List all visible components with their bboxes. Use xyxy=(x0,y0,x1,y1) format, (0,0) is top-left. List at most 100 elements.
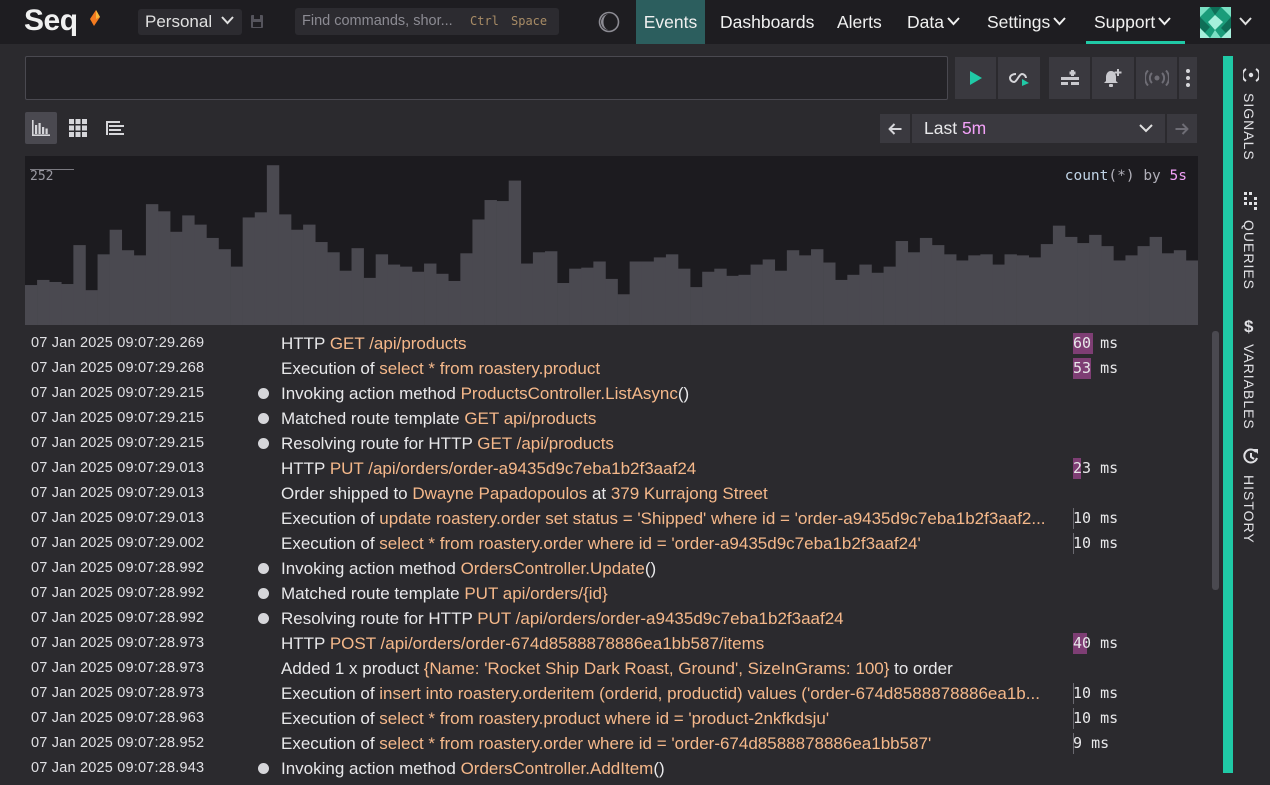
histogram-bar[interactable] xyxy=(472,219,485,326)
histogram-bar[interactable] xyxy=(109,229,123,325)
histogram-bar[interactable] xyxy=(968,255,981,325)
histogram-bar[interactable] xyxy=(714,268,727,325)
nav-data[interactable]: Data xyxy=(907,0,960,44)
histogram-bar[interactable] xyxy=(278,214,292,325)
histogram-bar[interactable] xyxy=(774,270,788,325)
add-signal-button[interactable] xyxy=(1048,56,1091,100)
seq-logo[interactable]: Seq xyxy=(24,4,78,38)
histogram-bar[interactable] xyxy=(206,237,219,325)
tree-view-button[interactable] xyxy=(99,112,131,144)
histogram-bar[interactable] xyxy=(811,249,824,325)
histogram-bar[interactable] xyxy=(291,229,304,325)
event-row[interactable]: 07 Jan 2025 09:07:29.269 HTTP GET /api/pr… xyxy=(25,331,1213,356)
histogram-bar[interactable] xyxy=(496,201,510,325)
chevron-down-icon[interactable] xyxy=(1239,17,1252,26)
histogram-bar[interactable] xyxy=(387,264,401,325)
histogram-bar[interactable] xyxy=(448,280,461,325)
event-row[interactable]: 07 Jan 2025 09:07:28.992 Invoking action … xyxy=(25,556,1213,581)
histogram-bar[interactable] xyxy=(557,283,570,325)
histogram-bar[interactable] xyxy=(1113,260,1126,325)
event-row[interactable]: 07 Jan 2025 09:07:28.952 Execution of sel… xyxy=(25,731,1213,756)
event-row[interactable]: 07 Jan 2025 09:07:28.973 Execution of ins… xyxy=(25,681,1213,706)
histogram-bar[interactable] xyxy=(641,261,655,326)
histogram-bar[interactable] xyxy=(1016,255,1029,325)
histogram-bar[interactable] xyxy=(460,253,473,325)
time-range-selector[interactable]: Last 5m xyxy=(911,113,1166,144)
histogram-bar[interactable] xyxy=(194,224,207,325)
user-avatar[interactable] xyxy=(1200,7,1231,38)
sidebar-tab-queries[interactable]: QUERIES xyxy=(1237,192,1265,302)
workspace-selector[interactable]: Personal xyxy=(138,9,242,35)
histogram-bar[interactable] xyxy=(569,268,582,325)
histogram-bar[interactable] xyxy=(133,255,147,325)
histogram-bar[interactable] xyxy=(339,270,352,325)
histogram-bar[interactable] xyxy=(436,273,449,325)
histogram-bar[interactable] xyxy=(1004,254,1017,325)
nav-events[interactable]: Events xyxy=(636,0,705,44)
histogram-bar[interactable] xyxy=(121,250,135,325)
histogram-bar[interactable] xyxy=(665,254,679,325)
histogram-bar[interactable] xyxy=(544,251,558,325)
histogram-bar[interactable] xyxy=(1028,257,1042,325)
histogram-bar[interactable] xyxy=(182,215,195,325)
histogram-bar[interactable] xyxy=(1137,246,1150,325)
histogram-bar[interactable] xyxy=(363,277,376,325)
range-previous-button[interactable] xyxy=(879,113,911,144)
histogram-bar[interactable] xyxy=(399,266,413,325)
histogram-bar[interactable] xyxy=(907,252,921,325)
event-list-scrollbar[interactable] xyxy=(1212,331,1219,590)
event-row[interactable]: 07 Jan 2025 09:07:29.013 Order shipped to… xyxy=(25,481,1213,506)
histogram-bar[interactable] xyxy=(798,255,812,325)
nav-support[interactable]: Support xyxy=(1094,0,1172,44)
event-row[interactable]: 07 Jan 2025 09:07:29.013 Execution of upd… xyxy=(25,506,1213,531)
nav-dashboards[interactable]: Dashboards xyxy=(720,0,814,44)
event-row[interactable]: 07 Jan 2025 09:07:28.943 Invoking action … xyxy=(25,756,1213,781)
histogram-bar[interactable] xyxy=(944,254,957,325)
histogram-bar[interactable] xyxy=(980,254,993,325)
histogram-bar[interactable] xyxy=(1077,243,1090,325)
histogram-bar[interactable] xyxy=(690,287,703,325)
histogram-bar[interactable] xyxy=(484,200,497,325)
histogram-bar[interactable] xyxy=(97,254,110,325)
histogram-bar[interactable] xyxy=(411,271,425,325)
event-row[interactable]: 07 Jan 2025 09:07:28.992 Matched route te… xyxy=(25,581,1213,606)
histogram-bar[interactable] xyxy=(883,266,896,325)
histogram-bar[interactable] xyxy=(315,242,328,325)
histogram-bar[interactable] xyxy=(605,278,618,325)
event-row[interactable]: 07 Jan 2025 09:07:28.973 Added 1 x produc… xyxy=(25,656,1213,681)
histogram-bar[interactable] xyxy=(254,212,268,325)
histogram-bar[interactable] xyxy=(73,245,86,325)
histogram-bar[interactable] xyxy=(895,241,909,325)
run-query-button[interactable] xyxy=(954,56,997,100)
histogram-bar[interactable] xyxy=(508,180,522,325)
histogram-bar[interactable] xyxy=(25,285,38,325)
broadcast-button[interactable] xyxy=(1135,56,1178,100)
event-row[interactable]: 07 Jan 2025 09:07:28.963 Execution of sel… xyxy=(25,706,1213,731)
histogram-bar[interactable] xyxy=(520,263,534,325)
histogram-bar[interactable] xyxy=(230,266,243,325)
tail-button[interactable] xyxy=(997,56,1041,100)
histogram-bar[interactable] xyxy=(1089,234,1102,325)
sidebar-tab-variables[interactable]: $ VARIABLES xyxy=(1237,316,1265,436)
histogram-bar[interactable] xyxy=(375,254,389,325)
sidebar-tab-signals[interactable]: SIGNALS xyxy=(1237,65,1265,175)
histogram-bar[interactable] xyxy=(158,211,171,325)
sidebar-tab-history[interactable]: HISTORY xyxy=(1237,447,1265,557)
event-row[interactable]: 07 Jan 2025 09:07:29.013 HTTP PUT /api/or… xyxy=(25,456,1213,481)
event-row[interactable]: 07 Jan 2025 09:07:28.992 Resolving route … xyxy=(25,606,1213,631)
histogram-bar[interactable] xyxy=(919,237,933,325)
histogram-bar[interactable] xyxy=(702,271,715,325)
histogram-bar[interactable] xyxy=(61,284,74,325)
histogram-bar[interactable] xyxy=(992,264,1005,325)
histogram-bar[interactable] xyxy=(1064,236,1078,325)
save-workspace-icon[interactable] xyxy=(250,14,264,29)
histogram-bar[interactable] xyxy=(859,264,872,325)
histogram-bar[interactable] xyxy=(750,264,763,325)
histogram-bar[interactable] xyxy=(786,250,800,325)
histogram-bar[interactable] xyxy=(871,272,884,325)
histogram-bar[interactable] xyxy=(85,290,98,325)
histogram-bar[interactable] xyxy=(653,257,667,325)
histogram-bar[interactable] xyxy=(1161,253,1175,325)
grid-view-button[interactable] xyxy=(62,112,94,144)
histogram-bar[interactable] xyxy=(738,274,751,325)
